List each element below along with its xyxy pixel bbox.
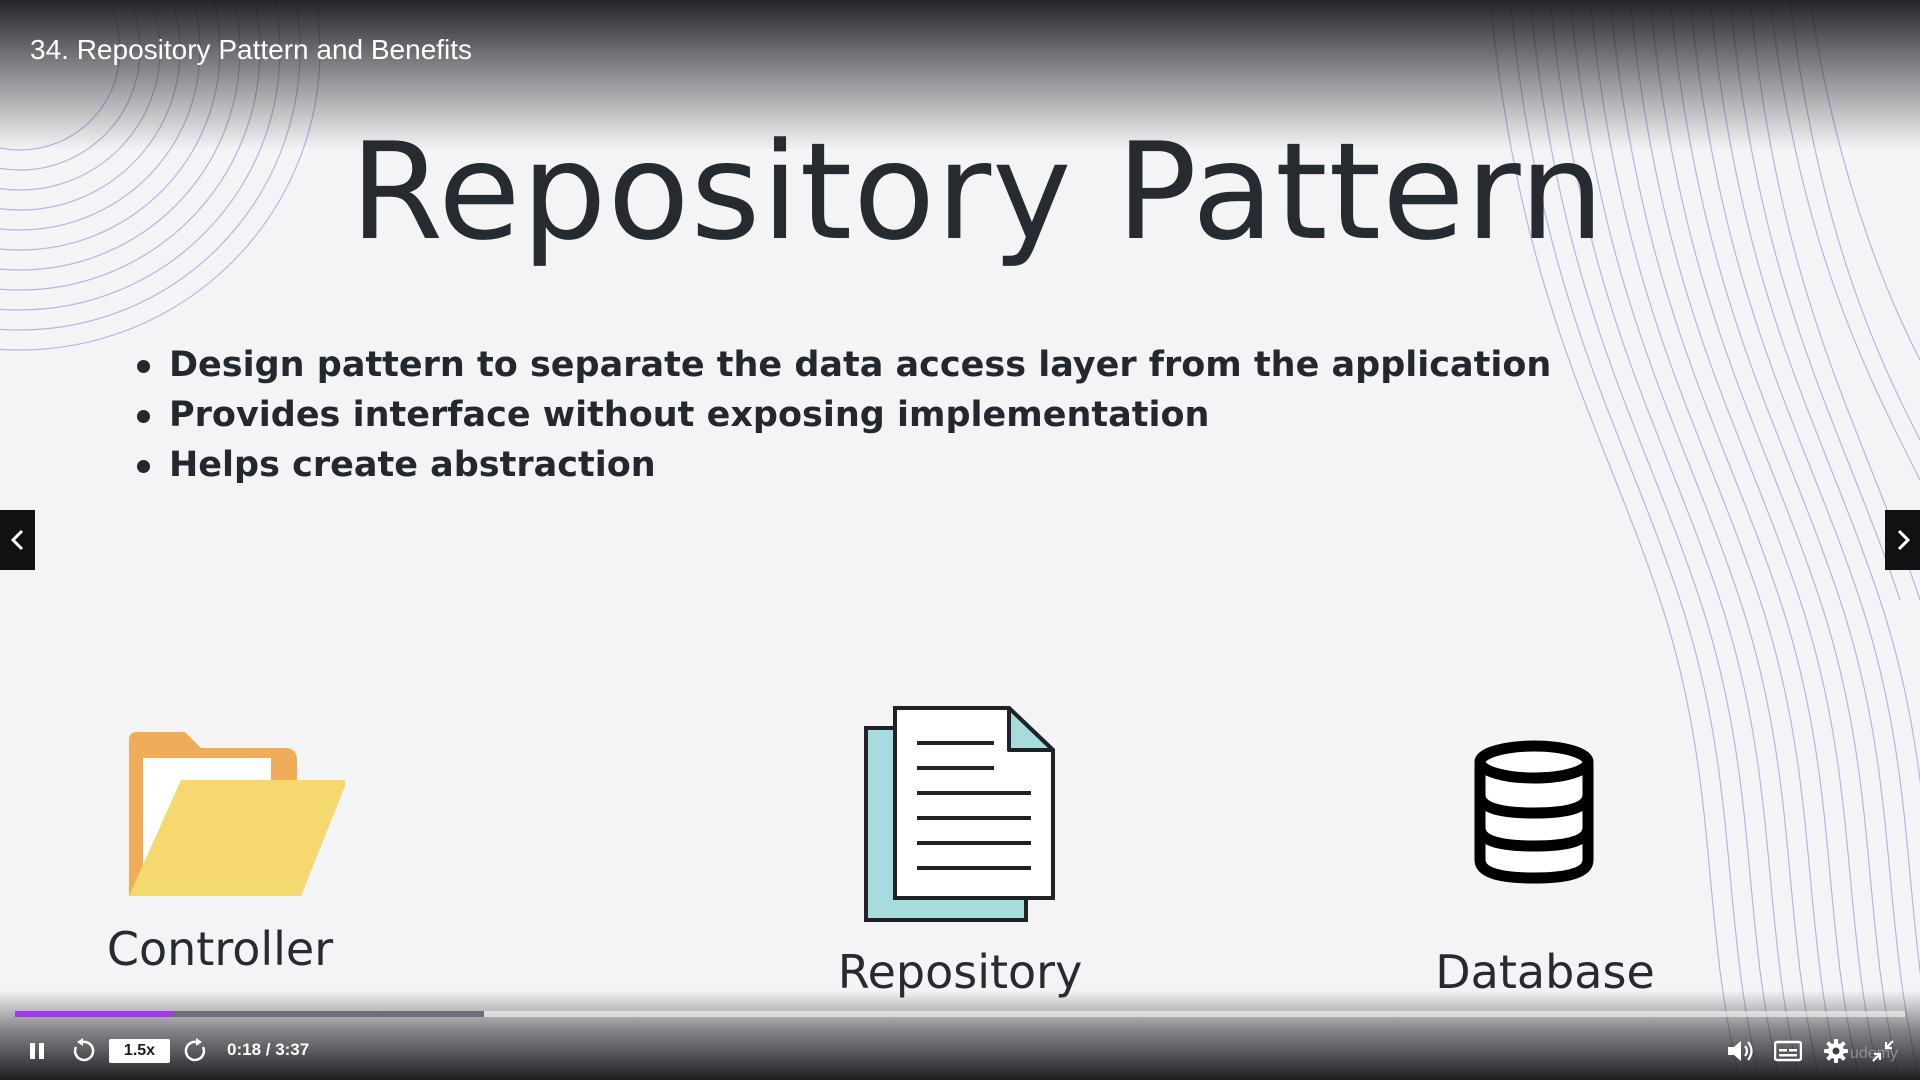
prev-arrow-icon	[10, 529, 23, 551]
settings-icon	[1824, 1039, 1848, 1063]
rewind-button[interactable]	[68, 1036, 98, 1066]
time-display: 0:18 / 3:37	[227, 1040, 310, 1059]
next-arrow-icon	[1897, 529, 1910, 551]
controls-overlay	[0, 990, 1920, 1080]
playback-speed-button[interactable]: 1.5x	[109, 1039, 170, 1063]
forward-button[interactable]	[181, 1036, 211, 1066]
captions-icon	[1774, 1040, 1802, 1062]
forward-icon	[184, 1038, 206, 1062]
captions-button[interactable]	[1772, 1036, 1804, 1066]
progress-played	[15, 1011, 172, 1017]
video-player[interactable]: 34. Repository Pattern and Benefits Repo…	[0, 0, 1920, 1080]
pause-button[interactable]	[22, 1038, 52, 1064]
document-icon	[864, 706, 1055, 922]
previous-lecture-button[interactable]	[0, 510, 35, 570]
controller-label: Controller	[106, 922, 334, 976]
bullet-item: Helps create abstraction	[135, 440, 1551, 490]
bullet-item: Design pattern to separate the data acce…	[135, 340, 1551, 390]
exit-fullscreen-button[interactable]	[1868, 1036, 1898, 1066]
settings-button[interactable]	[1820, 1036, 1852, 1066]
rewind-icon	[73, 1038, 95, 1062]
bullet-list: Design pattern to separate the data acce…	[135, 340, 1551, 490]
exit-fullscreen-icon	[1872, 1040, 1894, 1062]
progress-bar[interactable]	[15, 1011, 1905, 1017]
slide-title: Repository Pattern	[350, 114, 1606, 270]
next-lecture-button[interactable]	[1885, 510, 1920, 570]
pause-icon	[30, 1043, 44, 1059]
bullet-item: Provides interface without exposing impl…	[135, 390, 1551, 440]
folder-icon	[129, 732, 345, 896]
volume-icon	[1728, 1041, 1753, 1061]
volume-button[interactable]	[1724, 1036, 1756, 1066]
video-title: 34. Repository Pattern and Benefits	[30, 34, 473, 65]
database-icon	[1474, 740, 1594, 884]
